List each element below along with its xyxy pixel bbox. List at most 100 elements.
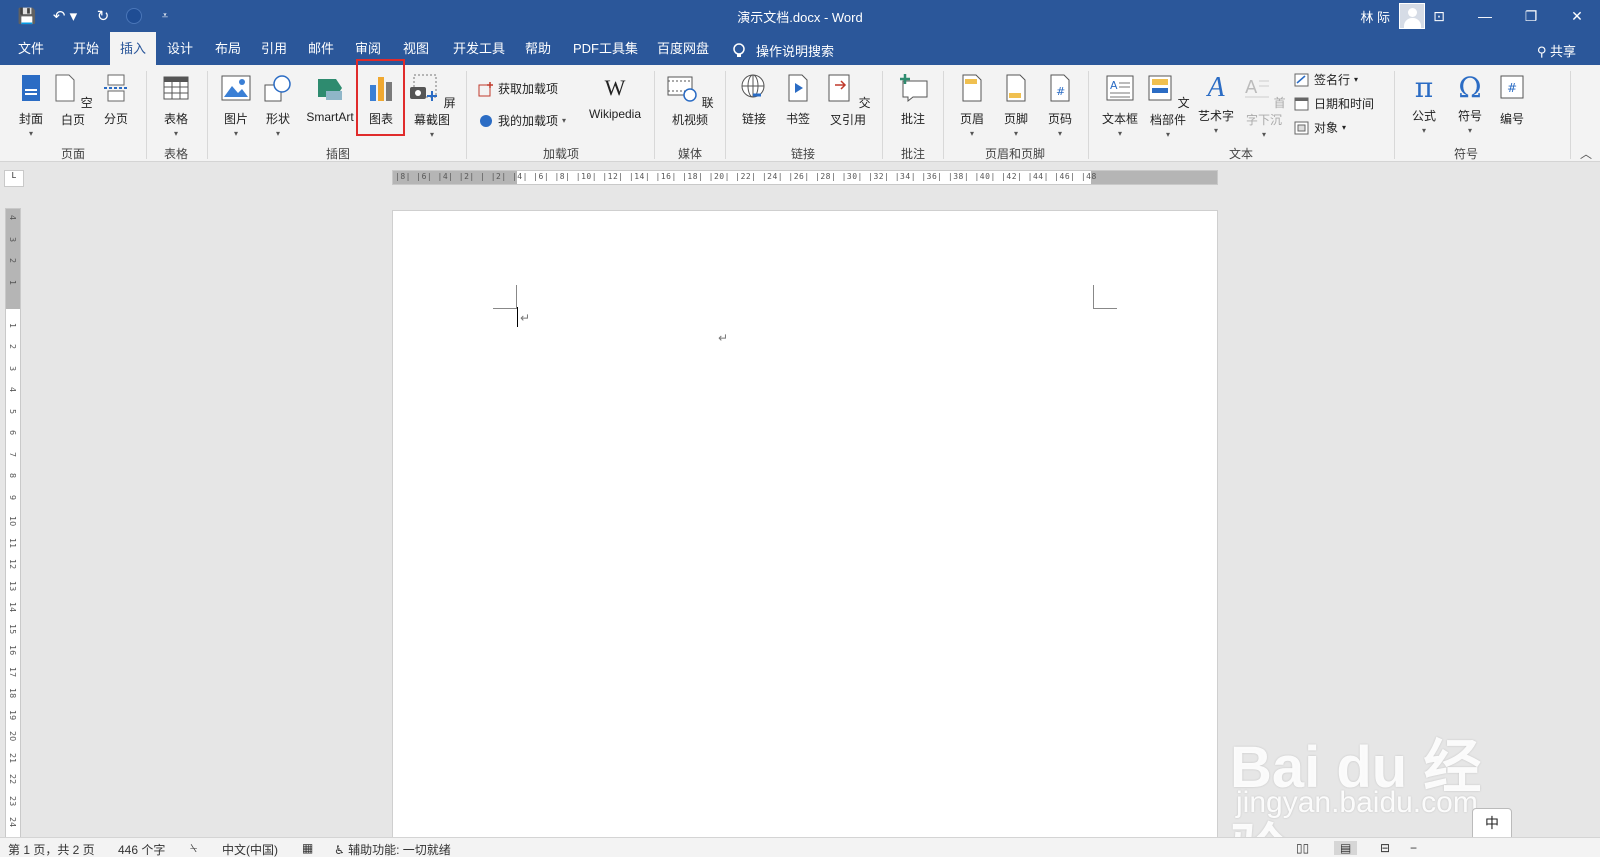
autosave-indicator[interactable] — [126, 8, 142, 24]
vertical-ruler[interactable]: 4 3 2 1 1 2 3 4 5 6 7 8 9 10 11 12 13 14 15 16 17 18 19 20 21 22 2… — [5, 208, 21, 848]
link-button[interactable]: 链接 — [738, 73, 770, 127]
redo-button[interactable]: ↻ — [94, 7, 112, 25]
group-separator — [882, 71, 883, 159]
tab-design[interactable]: 设计 — [157, 32, 203, 65]
customize-qat-button[interactable]: ⩡ — [156, 7, 174, 25]
paragraph-mark: ↵ — [718, 331, 729, 345]
cover-page-button[interactable]: 封面 ▾ — [14, 73, 48, 138]
ribbon-tabs: 文件 开始 插入 设计 布局 引用 邮件 审阅 视图 开发工具 帮助 PDF工具… — [0, 32, 1600, 65]
group-separator — [1570, 71, 1571, 159]
undo-button[interactable]: ↶ ▾ — [50, 7, 80, 25]
signature-line-button[interactable]: 签名行 ▾ — [1294, 71, 1358, 88]
print-layout-button[interactable]: ▤ — [1334, 841, 1358, 855]
symbol-button[interactable]: Ω 符号 ▾ — [1450, 71, 1490, 136]
cross-reference-button[interactable]: 交叉引用 — [820, 73, 876, 128]
ribbon-display-options-button[interactable]: ⊡ — [1416, 0, 1462, 32]
blank-page-button[interactable]: 空白页 — [53, 73, 93, 128]
shapes-button[interactable]: 形状 ▾ — [262, 73, 294, 138]
drop-cap-button[interactable]: A 首字下沉 ▾ — [1238, 73, 1290, 139]
accessibility-status[interactable]: ♿ 辅助功能: 一切就绪 — [334, 841, 451, 857]
tab-mailings[interactable]: 邮件 — [298, 32, 344, 65]
status-bar: 第 1 页，共 2 页 446 个字 ⍀ 中文(中国) ▦ ♿ 辅助功能: 一切… — [0, 837, 1600, 857]
minimize-button[interactable]: — — [1462, 0, 1508, 32]
quick-parts-button[interactable]: 文档部件 ▾ — [1142, 73, 1194, 139]
accessibility-label: 辅助功能: 一切就绪 — [348, 843, 451, 857]
table-button[interactable]: 表格 ▾ — [158, 73, 194, 138]
vertical-ruler-tick: 5 — [8, 408, 17, 414]
user-name[interactable]: 林 际 — [1360, 7, 1390, 26]
vertical-ruler-tick: 24 — [8, 817, 17, 828]
online-video-button[interactable]: 联机视频 — [662, 73, 718, 128]
close-button[interactable]: ✕ — [1554, 0, 1600, 32]
web-layout-button[interactable]: ⊟ — [1380, 841, 1390, 855]
document-page[interactable]: ↵ ↵ — [392, 210, 1218, 847]
vertical-ruler-tick: 21 — [8, 752, 17, 763]
read-mode-button[interactable]: ▯▯ — [1296, 841, 1309, 855]
group-separator — [207, 71, 208, 159]
restore-button[interactable]: ❐ — [1508, 0, 1554, 32]
group-label-symbols: 符号 — [1453, 147, 1478, 161]
page-break-button[interactable]: 分页 — [100, 73, 132, 127]
omega-icon: Ω — [1458, 71, 1482, 104]
text-box-button[interactable]: A 文本框 ▾ — [1098, 73, 1142, 138]
svg-text:A: A — [1245, 77, 1258, 98]
wikipedia-button[interactable]: W Wikipedia — [582, 73, 648, 121]
tab-home[interactable]: 开始 — [63, 32, 109, 65]
get-addins-button[interactable]: 获取加载项 — [478, 80, 558, 97]
picture-button[interactable]: 图片 ▾ — [220, 73, 252, 138]
blank-page-icon — [55, 74, 75, 102]
cross-reference-icon — [828, 74, 850, 102]
tell-me-search[interactable]: 操作说明搜索 — [732, 41, 834, 60]
equation-button[interactable]: π 公式 ▾ — [1404, 73, 1444, 136]
vertical-ruler-tick: 3 — [8, 365, 17, 371]
tab-file[interactable]: 文件 — [8, 32, 54, 65]
horizontal-ruler[interactable]: |8| |6| |4| |2| | |2| |4| |6| |8| |10| |… — [392, 170, 1218, 185]
tab-pdf-tools[interactable]: PDF工具集 — [563, 32, 648, 65]
smartart-button[interactable]: SmartArt — [302, 73, 358, 124]
share-button[interactable]: ⚲ 共享 — [1537, 41, 1576, 60]
footer-button[interactable]: 页脚 ▾ — [998, 73, 1034, 138]
picture-label: 图片 — [223, 112, 248, 126]
table-icon — [163, 76, 189, 100]
vertical-ruler-tick: 23 — [8, 795, 17, 806]
tab-references[interactable]: 引用 — [251, 32, 297, 65]
vertical-ruler-tick: 4 — [8, 215, 17, 221]
tab-help[interactable]: 帮助 — [515, 32, 561, 65]
save-button[interactable]: 💾 — [18, 7, 37, 25]
proofing-icon[interactable]: ⍀ — [190, 841, 197, 856]
bookmark-button[interactable]: 书签 — [782, 73, 814, 127]
language[interactable]: 中文(中国) — [222, 841, 278, 857]
drop-cap-icon: A — [1245, 77, 1270, 98]
zoom-out-button[interactable]: − — [1410, 841, 1417, 855]
tab-layout[interactable]: 布局 — [205, 32, 251, 65]
vertical-ruler-tick: 3 — [8, 236, 17, 242]
header-button[interactable]: 页眉 ▾ — [954, 73, 990, 138]
word-count[interactable]: 446 个字 — [118, 841, 165, 857]
page-count[interactable]: 第 1 页，共 2 页 — [8, 841, 95, 857]
new-comment-button[interactable]: 批注 — [893, 73, 933, 127]
group-separator — [654, 71, 655, 159]
wordart-button[interactable]: A 艺术字 ▾ — [1196, 73, 1236, 136]
collapse-ribbon-button[interactable]: ︿ — [1580, 145, 1592, 162]
group-separator — [725, 71, 726, 159]
number-button[interactable]: # 编号 — [1494, 73, 1530, 127]
header-icon — [962, 74, 982, 102]
picture-icon — [221, 75, 251, 101]
date-time-button[interactable]: 日期和时间 — [1294, 95, 1374, 112]
screenshot-button[interactable]: 屏幕截图 ▾ — [404, 73, 460, 139]
tab-developer[interactable]: 开发工具 — [443, 32, 515, 65]
vertical-ruler-tick: 16 — [8, 645, 17, 656]
my-addins-button[interactable]: 我的加载项 ▾ — [478, 112, 566, 129]
tab-baidu-netdisk[interactable]: 百度网盘 — [647, 32, 719, 65]
shapes-icon — [264, 75, 291, 102]
macro-icon[interactable]: ▦ — [302, 841, 313, 855]
title-bar: 💾 ↶ ▾ ↻ ⩡ 演示文档.docx - Word 林 际 ⊡ — ❐ ✕ — [0, 0, 1600, 32]
vertical-ruler-tick: 10 — [8, 516, 17, 527]
object-button[interactable]: 对象 ▾ — [1294, 119, 1346, 136]
tab-insert[interactable]: 插入 — [110, 32, 157, 65]
object-icon — [1294, 121, 1309, 134]
page-number-button[interactable]: # 页码 ▾ — [1042, 73, 1078, 138]
tab-selector[interactable]: L — [4, 170, 24, 187]
group-separator — [1088, 71, 1089, 159]
comment-icon — [900, 74, 928, 103]
